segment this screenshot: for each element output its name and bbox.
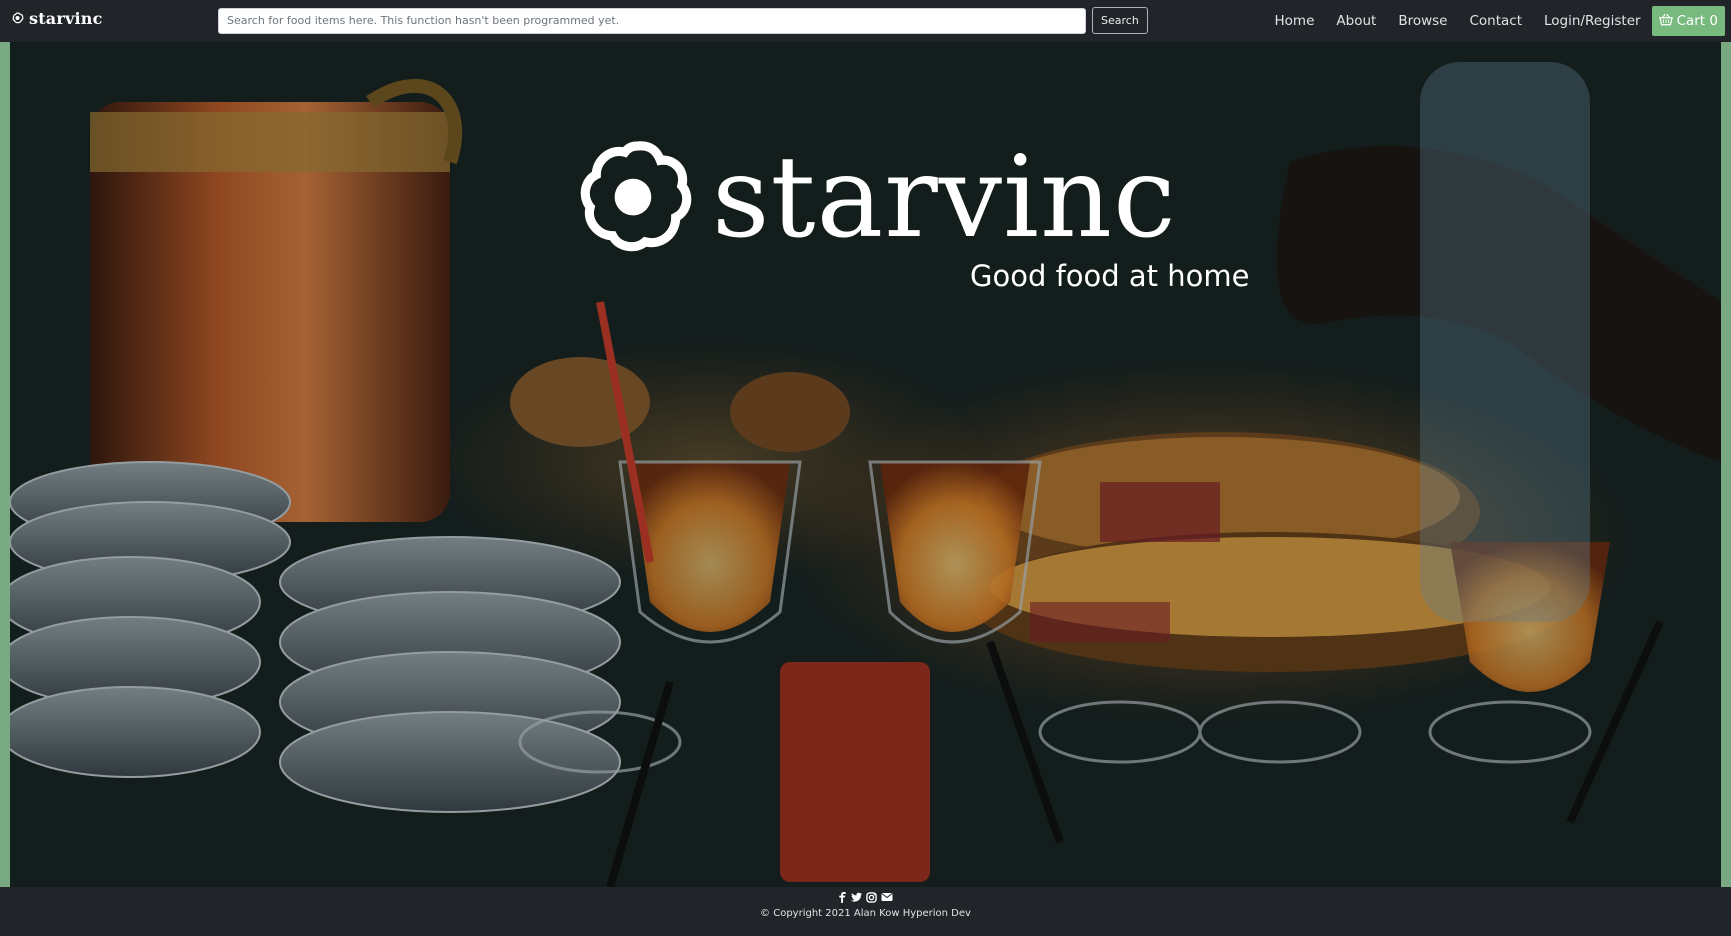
nav-links: Home About Browse Contact Login/Register…	[1264, 0, 1731, 42]
nav-contact-link[interactable]: Contact	[1458, 13, 1533, 29]
basket-icon	[1658, 13, 1677, 30]
nav-about-link[interactable]: About	[1325, 13, 1387, 29]
hero-brand-title: starvinc	[712, 133, 1177, 263]
nav-login-register-link[interactable]: Login/Register	[1533, 13, 1652, 29]
search-form: Search	[218, 7, 1148, 34]
top-navbar: starvinc Search Home About Browse Contac…	[0, 0, 1731, 42]
brand-link[interactable]: starvinc	[12, 9, 103, 28]
twitter-icon[interactable]	[851, 892, 862, 903]
cart-label: Cart 0	[1676, 13, 1718, 29]
instagram-icon[interactable]	[866, 892, 877, 903]
search-button[interactable]: Search	[1092, 7, 1148, 34]
nav-browse-link[interactable]: Browse	[1387, 13, 1458, 29]
page-footer: © Copyright 2021 Alan Kow Hyperion Dev	[0, 887, 1731, 936]
hero-frame: starvinc Good food at home	[0, 42, 1731, 887]
facebook-icon[interactable]	[838, 892, 847, 903]
social-links	[0, 892, 1731, 903]
flower-logo-icon	[12, 9, 24, 28]
brand-name: starvinc	[29, 9, 103, 28]
copyright-text: © Copyright 2021 Alan Kow Hyperion Dev	[760, 908, 971, 919]
hero-banner: starvinc Good food at home	[10, 42, 1721, 887]
search-input[interactable]	[218, 7, 1086, 34]
nav-home-link[interactable]: Home	[1264, 13, 1326, 29]
hero-tagline: Good food at home	[970, 259, 1250, 293]
flower-logo-icon	[580, 140, 692, 256]
cart-button[interactable]: Cart 0	[1651, 6, 1725, 36]
hero-logo: starvinc	[580, 140, 1177, 256]
envelope-icon[interactable]	[881, 892, 893, 903]
